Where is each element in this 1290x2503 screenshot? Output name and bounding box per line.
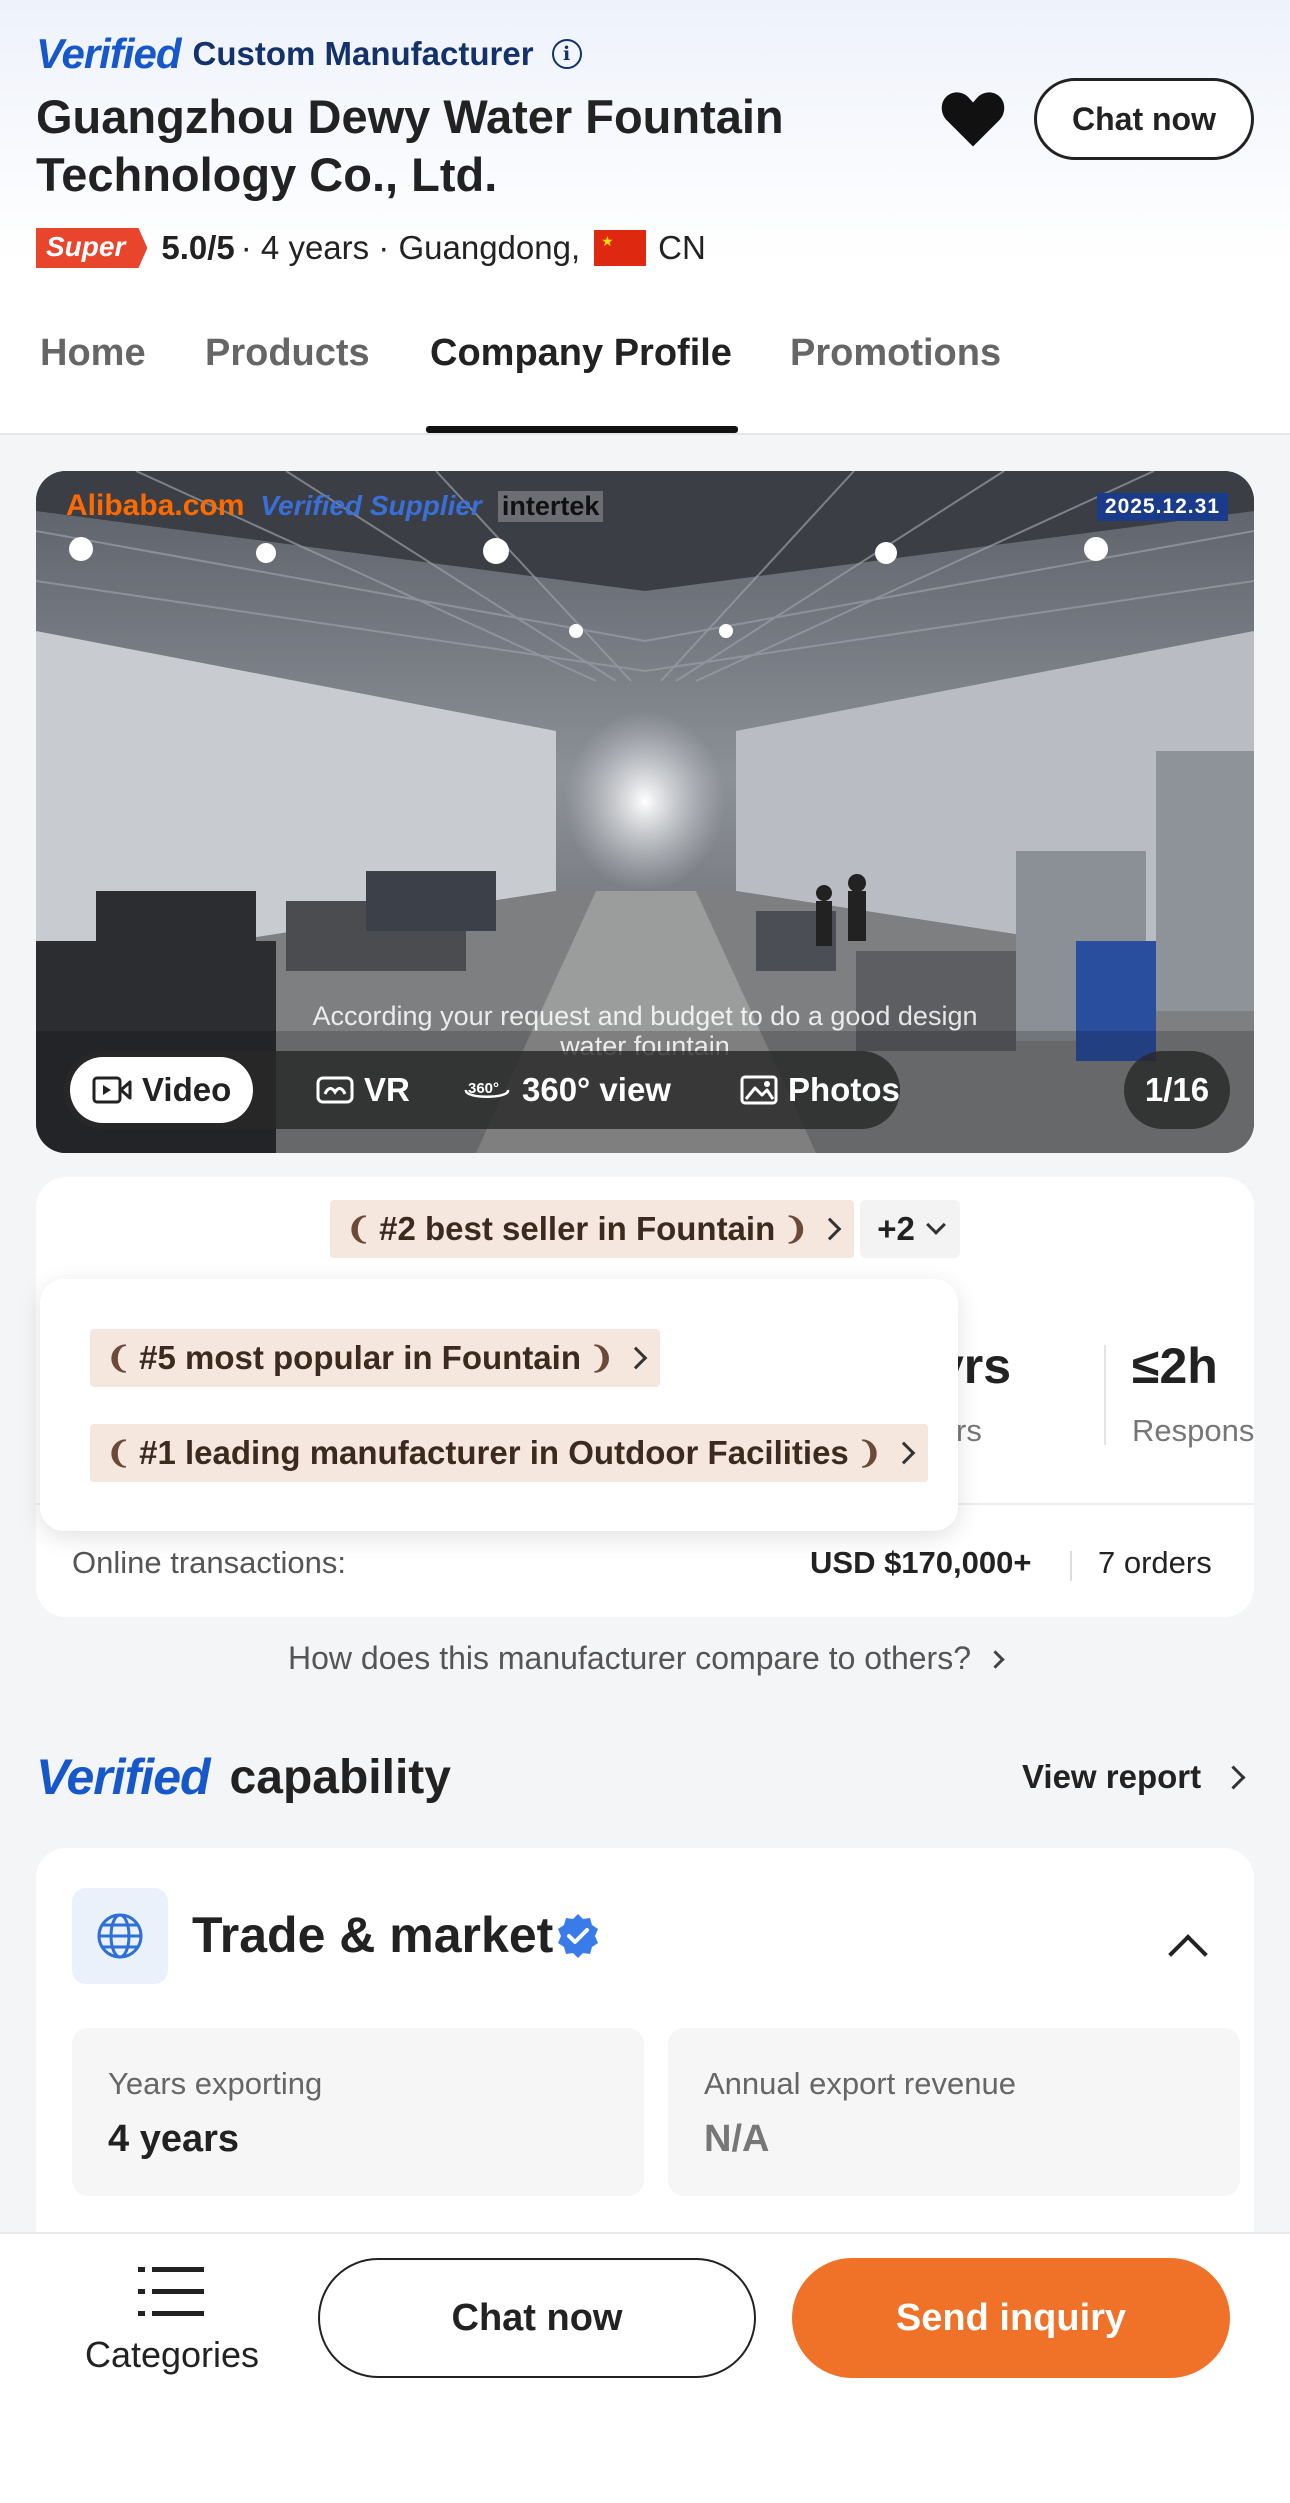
bottom-action-bar: Categories Chat now Send inquiry bbox=[0, 2232, 1290, 2503]
compare-link-label: How does this manufacturer compare to ot… bbox=[288, 1640, 971, 1676]
ranking-pill-dropdown-2[interactable]: ❨ #1 leading manufacturer in Outdoor Fac… bbox=[90, 1424, 928, 1482]
info-icon[interactable]: i bbox=[551, 39, 582, 69]
metric-label: Years exporting bbox=[108, 2066, 323, 2101]
stat-response-label: Respons bbox=[1132, 1413, 1254, 1448]
metric-value: N/A bbox=[704, 2118, 770, 2160]
media-tab-360[interactable]: 360° 360° view bbox=[440, 1057, 693, 1123]
vr-icon bbox=[316, 1076, 354, 1104]
years-location: · 4 years · Guangdong, bbox=[240, 229, 581, 266]
chevron-down-icon bbox=[925, 1215, 946, 1235]
supplier-type: Custom Manufacturer bbox=[192, 35, 534, 72]
verified-capability-title: Verified capability bbox=[36, 1748, 451, 1806]
ranking-pill-dropdown-1[interactable]: ❨ #5 most popular in Fountain ❩ bbox=[90, 1329, 661, 1387]
tab-promotions[interactable]: Promotions bbox=[790, 332, 1001, 375]
laurel-left-icon: ❨ bbox=[106, 1340, 132, 1376]
stat-divider bbox=[1104, 1345, 1106, 1445]
laurel-right-icon: ❩ bbox=[588, 1340, 615, 1376]
ranking-dropdown-2-label: #1 leading manufacturer in Outdoor Facil… bbox=[139, 1434, 849, 1471]
metric-annual-export-revenue: Annual export revenue N/A bbox=[668, 2028, 1240, 2196]
transactions-separator bbox=[1070, 1551, 1072, 1581]
laurel-left-icon: ❨ bbox=[106, 1435, 132, 1471]
media-tab-photos[interactable]: Photos bbox=[718, 1057, 922, 1123]
chevron-right-icon bbox=[986, 1650, 1005, 1669]
ranking-pill-primary[interactable]: ❨ #2 best seller in Fountain ❩ bbox=[330, 1200, 855, 1258]
store-tabs: Home Products Company Profile Promotions bbox=[0, 320, 1290, 435]
country-code: CN bbox=[658, 229, 706, 266]
rankings-dropdown: ❨ #5 most popular in Fountain ❩ ❨ #1 lea… bbox=[40, 1279, 958, 1531]
categories-label[interactable]: Categories bbox=[74, 2334, 270, 2376]
caption-line-1: According your request and budget to do … bbox=[312, 1001, 978, 1031]
chevron-right-icon bbox=[624, 1346, 648, 1370]
super-badge: Super bbox=[36, 228, 148, 268]
china-flag-icon: ★ bbox=[594, 230, 647, 266]
stat-years-label: rs bbox=[956, 1413, 982, 1448]
media-tab-video[interactable]: Video bbox=[70, 1057, 254, 1123]
laurel-right-icon: ❩ bbox=[856, 1435, 882, 1471]
view-report-link[interactable]: View report bbox=[1022, 1758, 1246, 1796]
intertek-logo: intertek bbox=[497, 490, 604, 522]
categories-list-icon[interactable] bbox=[138, 2264, 204, 2320]
metric-years-exporting: Years exporting 4 years bbox=[72, 2028, 644, 2196]
send-inquiry-button[interactable]: Send inquiry bbox=[792, 2258, 1230, 2378]
media-tab-vr[interactable]: VR bbox=[294, 1057, 432, 1123]
rating: 5.0/5 bbox=[161, 229, 235, 266]
transactions-label: Online transactions: bbox=[72, 1545, 346, 1580]
chevron-right-icon bbox=[819, 1217, 842, 1241]
media-tab-video-label: Video bbox=[142, 1071, 232, 1108]
ranking-primary-label: #2 best seller in Fountain bbox=[379, 1210, 776, 1247]
media-type-bar: Video VR 360° 360° view Photos bbox=[64, 1051, 900, 1129]
alibaba-logo: Alibaba.com bbox=[66, 489, 245, 522]
trade-market-title: Trade & market bbox=[192, 1907, 554, 1963]
chevron-right-icon bbox=[1221, 1764, 1246, 1790]
verified-logo-capability: Verified bbox=[36, 1749, 211, 1805]
transactions-orders: 7 orders bbox=[1098, 1545, 1212, 1580]
view-report-label: View report bbox=[1022, 1758, 1202, 1795]
company-name: Guangzhou Dewy Water Fountain Technology… bbox=[36, 90, 784, 201]
verified-logo: Verified bbox=[36, 30, 181, 77]
hero-date: 2025.12.31 bbox=[1096, 493, 1228, 521]
media-tab-vr-label: VR bbox=[364, 1071, 410, 1108]
media-counter: 1/16 bbox=[1124, 1051, 1230, 1129]
more-rankings-count: +2 bbox=[877, 1210, 915, 1247]
stat-response-value: ≤2h bbox=[1132, 1338, 1218, 1394]
transactions-value: USD $170,000+ bbox=[810, 1545, 1032, 1580]
tab-products[interactable]: Products bbox=[205, 332, 370, 375]
tab-company-profile[interactable]: Company Profile bbox=[430, 332, 732, 375]
hero-watermark: Alibaba.com Verified Supplier intertek bbox=[66, 489, 604, 523]
photos-icon bbox=[740, 1075, 778, 1105]
metric-label: Annual export revenue bbox=[704, 2066, 1016, 2101]
chat-now-button-top[interactable]: Chat now bbox=[1034, 78, 1254, 160]
media-tab-photos-label: Photos bbox=[788, 1071, 900, 1108]
verified-supplier-logo: Verified Supplier bbox=[260, 490, 482, 521]
hero-media[interactable]: Alibaba.com Verified Supplier intertek 2… bbox=[36, 471, 1254, 1153]
heart-icon[interactable] bbox=[940, 88, 1006, 150]
laurel-left-icon: ❨ bbox=[346, 1211, 372, 1247]
capability-word: capability bbox=[229, 1750, 451, 1804]
verified-check-icon bbox=[558, 1914, 598, 1958]
ranking-dropdown-1-label: #5 most popular in Fountain bbox=[139, 1339, 581, 1376]
globe-icon bbox=[72, 1888, 168, 1984]
360-icon: 360° bbox=[464, 1080, 510, 1098]
metric-value: 4 years bbox=[108, 2118, 240, 2160]
more-rankings-toggle[interactable]: +2 bbox=[860, 1200, 960, 1258]
media-tab-360-label: 360° view bbox=[522, 1071, 671, 1108]
laurel-right-icon: ❩ bbox=[783, 1211, 809, 1247]
tab-home[interactable]: Home bbox=[40, 332, 146, 375]
compare-link[interactable]: How does this manufacturer compare to ot… bbox=[0, 1640, 1290, 1677]
chat-now-button[interactable]: Chat now bbox=[318, 2258, 756, 2378]
verified-row: Verified Custom Manufacturer i bbox=[36, 30, 582, 78]
active-tab-indicator bbox=[426, 426, 738, 433]
chevron-right-icon bbox=[892, 1441, 916, 1465]
chevron-up-icon[interactable] bbox=[1168, 1934, 1208, 1974]
meta-row: Super 5.0/5 · 4 years · Guangdong, ★ CN bbox=[36, 228, 706, 268]
video-icon bbox=[92, 1076, 132, 1104]
